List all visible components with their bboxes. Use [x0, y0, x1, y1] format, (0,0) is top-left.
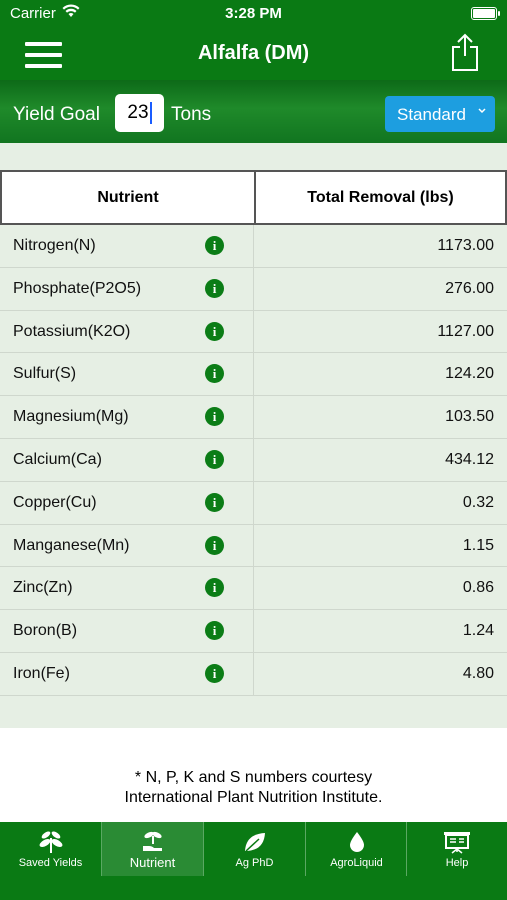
info-icon[interactable]: i [205, 621, 224, 641]
column-divider [253, 481, 254, 524]
nutrient-name: Phosphate(P2O5) [13, 279, 142, 297]
nutrient-name: Calcium(Ca) [13, 450, 102, 468]
battery-icon [471, 7, 500, 20]
yield-goal-value: 23 [127, 102, 149, 123]
table-row: Magnesium(Mg) i 103.50 [0, 396, 507, 439]
nutrient-name: Magnesium(Mg) [13, 408, 129, 426]
tab-label: AgroLiquid [330, 857, 383, 869]
sprout-hand-icon [102, 830, 203, 854]
plant-icon [0, 830, 101, 854]
table-body: Nitrogen(N) i 1173.00 Phosphate(P2O5) i 276.0… [0, 225, 507, 696]
table-row: Manganese(Mn) i 1.15 [0, 524, 507, 568]
total-removal-value: 1.15 [462, 536, 494, 554]
column-divider [253, 353, 254, 396]
info-icon[interactable]: i [205, 578, 224, 598]
tab-help[interactable]: Help [407, 822, 507, 876]
total-removal-value: 0.86 [462, 579, 494, 597]
yield-goal-label: Yield Goal [13, 104, 100, 125]
total-removal-value: 1127.00 [437, 322, 494, 340]
nutrient-table: Nutrient Total Removal (lbs) Nitrogen(N)… [0, 170, 507, 696]
text-cursor [149, 102, 152, 124]
tab-bar: Saved Yields Nutrient Ag PhD AgroLiquid … [0, 822, 507, 900]
total-removal-value: 4.80 [462, 664, 494, 682]
nutrient-name: Zinc(Zn) [13, 579, 73, 597]
table-row: Calcium(Ca) i 434.12 [0, 438, 507, 482]
nutrient-name: Copper(Cu) [13, 493, 97, 511]
table-row: Copper(Cu) i 0.32 [0, 481, 507, 525]
table-row: Nitrogen(N) i 1173.00 [0, 225, 507, 268]
column-divider [253, 267, 254, 310]
column-header-nutrient: Nutrient [97, 188, 159, 206]
page-title: Alfalfa (DM) [197, 42, 310, 64]
tab-label: Nutrient [129, 855, 176, 870]
mode-select-value: Standard [397, 105, 466, 124]
nutrient-name: Sulfur(S) [13, 365, 77, 383]
table-row: Boron(B) i 1.24 [0, 610, 507, 653]
tab-ag-phd[interactable]: Ag PhD [204, 822, 305, 876]
info-icon[interactable]: i [205, 236, 224, 255]
info-icon[interactable]: i [205, 321, 224, 341]
footnote-line-2: International Plant Nutrition Institute. [124, 789, 383, 806]
nav-bar: Alfalfa (DM) [0, 28, 507, 80]
total-removal-value: 1.24 [462, 622, 494, 640]
table-row: Zinc(Zn) i 0.86 [0, 567, 507, 611]
column-divider [253, 438, 254, 481]
tab-label: Saved Yields [18, 857, 83, 869]
share-icon[interactable] [448, 32, 482, 72]
column-divider [253, 610, 254, 652]
total-removal-value: 103.50 [445, 408, 494, 426]
chevron-down-icon [477, 104, 487, 121]
footnote-line-1: * N, P, K and S numbers courtesy [134, 769, 373, 786]
total-removal-value: 124.20 [445, 365, 494, 383]
column-divider [253, 567, 254, 610]
yield-goal-bar: Yield Goal 23 Tons Standard [0, 80, 507, 143]
tab-label: Help [445, 857, 469, 869]
nutrient-name: Iron(Fe) [13, 664, 70, 682]
nutrient-name: Boron(B) [13, 622, 78, 640]
column-header-total-removal: Total Removal (lbs) [254, 172, 505, 223]
total-removal-value: 434.12 [445, 450, 494, 468]
info-icon[interactable]: i [205, 663, 224, 683]
tab-label: Ag PhD [235, 857, 274, 869]
total-removal-value: 0.32 [462, 493, 494, 511]
info-icon[interactable]: i [205, 278, 224, 298]
footnote: * N, P, K and S numbers courtesy Interna… [0, 768, 507, 808]
nutrient-name: Nitrogen(N) [13, 237, 96, 254]
droplet-icon [306, 830, 407, 854]
yield-goal-input[interactable]: 23 [115, 94, 164, 132]
table-row: Phosphate(P2O5) i 276.00 [0, 267, 507, 311]
total-removal-value: 1173.00 [437, 237, 494, 254]
tab-nutrient[interactable]: Nutrient [102, 822, 203, 876]
table-row: Potassium(K2O) i 1127.00 [0, 310, 507, 354]
info-icon[interactable]: i [205, 364, 224, 384]
clock: 3:28 PM [225, 5, 282, 22]
status-bar: Carrier 3:28 PM [0, 0, 507, 28]
info-icon[interactable]: i [205, 407, 224, 427]
info-icon[interactable]: i [205, 492, 224, 512]
leaf-icon [204, 830, 305, 854]
table-row: Iron(Fe) i 4.80 [0, 652, 507, 696]
table-header: Nutrient Total Removal (lbs) [0, 170, 507, 225]
column-divider [253, 396, 254, 438]
tab-saved-yields[interactable]: Saved Yields [0, 822, 101, 876]
info-icon[interactable]: i [205, 535, 224, 555]
column-divider [253, 524, 254, 567]
column-divider [253, 225, 254, 267]
nutrient-name: Potassium(K2O) [13, 322, 131, 340]
tab-agroliquid[interactable]: AgroLiquid [306, 822, 407, 876]
column-divider [253, 652, 254, 695]
mode-select[interactable]: Standard [385, 96, 495, 132]
column-divider [253, 310, 254, 353]
info-icon[interactable]: i [205, 449, 224, 469]
yield-unit-label: Tons [171, 104, 212, 125]
presentation-icon [407, 830, 507, 854]
nutrient-name: Manganese(Mn) [13, 536, 130, 554]
table-row: Sulfur(S) i 124.20 [0, 353, 507, 397]
total-removal-value: 276.00 [445, 279, 494, 297]
